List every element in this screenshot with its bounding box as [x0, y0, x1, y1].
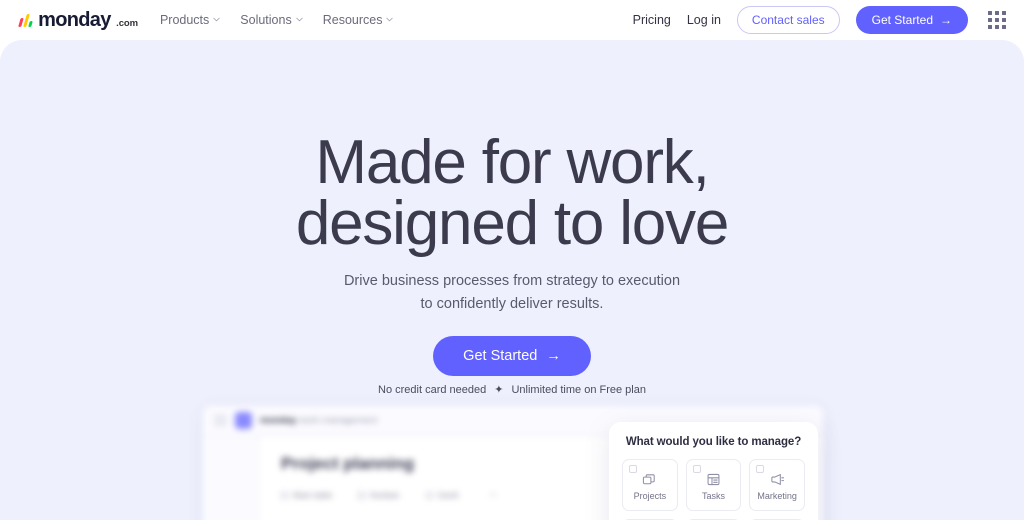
- hamburger-icon: [214, 414, 227, 427]
- nav-item-resources[interactable]: Resources: [323, 13, 394, 27]
- copy-stack-icon: [642, 472, 657, 487]
- free-plan-text: Unlimited time on Free plan: [511, 384, 646, 396]
- page-title: Made for work, designed to love: [0, 132, 1024, 259]
- nav-item-products-label: Products: [159, 13, 210, 27]
- board-brand-suffix: work management: [296, 415, 378, 426]
- gantt-icon: [425, 491, 433, 499]
- arrow-right-icon: →: [940, 13, 952, 27]
- hero-subtitle-line-1: Drive business processes from strategy t…: [343, 273, 681, 289]
- tasks-checkbox[interactable]: [692, 465, 701, 473]
- board-tab-gantt: Gantt: [425, 490, 459, 500]
- board-tab-kanban-label: Kanban: [370, 490, 400, 500]
- arrow-right-icon: →: [546, 348, 561, 364]
- option-label-marketing: Marketing: [757, 491, 797, 501]
- hero-subtitle-line-2: to confidently deliver results.: [420, 296, 604, 313]
- board-tab-main-table: Main table: [281, 490, 332, 500]
- grid-apps-icon[interactable]: [988, 11, 1006, 29]
- board-brand: monday work management: [260, 415, 377, 426]
- hero-get-started-label: Get Started: [463, 348, 538, 364]
- hero-heading-line-2: designed to love: [295, 189, 730, 259]
- pricing-link[interactable]: Pricing: [633, 13, 671, 27]
- table-checklist-icon: [706, 472, 721, 487]
- board-brand-name: monday: [260, 415, 297, 426]
- hero-subtitle: Drive business processes from strategy t…: [0, 270, 1024, 317]
- board-app-icon: [235, 412, 252, 429]
- logo-bars-icon: [18, 13, 35, 27]
- board-tab-gantt-label: Gantt: [437, 490, 459, 500]
- marketing-checkbox[interactable]: [756, 465, 765, 473]
- option-tile-marketing[interactable]: Marketing: [749, 459, 805, 511]
- board-tab-kanban: Kanban: [358, 490, 400, 500]
- board-sidebar: [203, 436, 259, 520]
- header-get-started-button[interactable]: Get Started →: [855, 6, 968, 34]
- nav-item-resources-label: Resources: [322, 13, 383, 27]
- logo-wordmark: monday: [38, 9, 111, 31]
- kanban-icon: [358, 491, 366, 499]
- no-credit-card-text: No credit card needed: [378, 384, 487, 396]
- primary-navigation: Products Solutions Resources: [160, 13, 394, 27]
- hero-heading-line-1: Made for work,: [315, 128, 709, 197]
- option-tile-projects[interactable]: Projects: [622, 459, 678, 511]
- table-icon: [281, 491, 288, 499]
- nav-item-solutions[interactable]: Solutions: [240, 13, 303, 27]
- hero-section: Made for work, designed to love Drive bu…: [0, 40, 1024, 520]
- chevron-down-icon: [213, 16, 220, 23]
- add-tab-icon: +: [490, 490, 496, 500]
- monday-logo[interactable]: monday .com: [18, 9, 138, 31]
- option-label-projects: Projects: [633, 491, 667, 501]
- login-link[interactable]: Log in: [687, 13, 721, 27]
- contact-sales-button[interactable]: Contact sales: [736, 6, 840, 34]
- chevron-down-icon: [296, 16, 303, 23]
- question-card-options: Projects Tasks Marketing: [622, 459, 805, 520]
- option-tile-tasks[interactable]: Tasks: [685, 459, 742, 511]
- onboarding-question-card: What would you like to manage? Projects: [609, 422, 818, 520]
- logo-bar-green: [27, 20, 34, 27]
- projects-checkbox[interactable]: [629, 465, 637, 473]
- header-get-started-label: Get Started: [871, 13, 933, 27]
- hero-cta-container: Get Started →: [0, 336, 1024, 376]
- megaphone-icon: [770, 472, 785, 487]
- sparkle-icon: ✦: [494, 383, 504, 396]
- hero-get-started-button[interactable]: Get Started →: [433, 336, 591, 376]
- header-actions: Pricing Log in Contact sales Get Started…: [633, 6, 1006, 34]
- landing-page: monday .com Products Solutions Resources: [0, 0, 1024, 520]
- question-card-title: What would you like to manage?: [625, 436, 802, 448]
- logo-tld: .com: [116, 18, 138, 29]
- nav-item-products[interactable]: Products: [160, 13, 220, 27]
- option-label-tasks: Tasks: [701, 491, 725, 501]
- board-tab-main-table-label: Main table: [293, 490, 333, 500]
- hero-disclaimer: No credit card needed ✦ Unlimited time o…: [0, 384, 1024, 396]
- site-header: monday .com Products Solutions Resources: [0, 0, 1024, 40]
- chevron-down-icon: [386, 16, 394, 23]
- nav-item-solutions-label: Solutions: [240, 13, 292, 27]
